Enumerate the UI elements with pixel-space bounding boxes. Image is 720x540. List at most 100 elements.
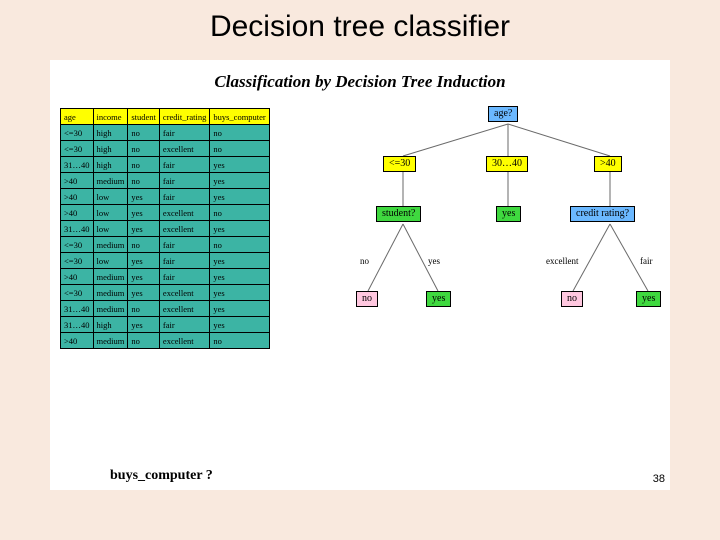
table-cell: 31…40: [61, 301, 94, 317]
table-cell: fair: [159, 189, 209, 205]
leaf-mid-yes: yes: [496, 206, 521, 222]
edge-student-no: no: [360, 256, 369, 266]
table-header: buys_computer: [210, 109, 269, 125]
edge-credit-fair: fair: [640, 256, 653, 266]
table-cell: low: [93, 189, 128, 205]
table-cell: 31…40: [61, 157, 94, 173]
table-cell: excellent: [159, 301, 209, 317]
leaf-credit-yes: yes: [636, 291, 661, 307]
edge-credit-exc: excellent: [546, 256, 578, 266]
table-row: >40mediumyesfairyes: [61, 269, 270, 285]
branch-le30: <=30: [383, 156, 416, 172]
tree-edges: [348, 106, 668, 406]
table-cell: excellent: [159, 221, 209, 237]
table-cell: >40: [61, 333, 94, 349]
table-header: age: [61, 109, 94, 125]
branch-gt40: >40: [594, 156, 622, 172]
table-cell: yes: [128, 221, 160, 237]
table-cell: >40: [61, 173, 94, 189]
node-student: student?: [376, 206, 421, 222]
table-cell: excellent: [159, 141, 209, 157]
table-cell: yes: [128, 285, 160, 301]
table-cell: 31…40: [61, 317, 94, 333]
edge-student-yes: yes: [428, 256, 440, 266]
table-cell: low: [93, 253, 128, 269]
table-row: 31…40lowyesexcellentyes: [61, 221, 270, 237]
table-header: credit_rating: [159, 109, 209, 125]
table-cell: low: [93, 205, 128, 221]
node-credit: credit rating?: [570, 206, 635, 222]
table-cell: yes: [128, 189, 160, 205]
table-cell: <=30: [61, 285, 94, 301]
table-cell: no: [128, 237, 160, 253]
table-cell: yes: [210, 301, 269, 317]
diagram-subtitle: Classification by Decision Tree Inductio…: [50, 60, 670, 98]
table-cell: medium: [93, 301, 128, 317]
table-cell: no: [128, 157, 160, 173]
table-cell: <=30: [61, 141, 94, 157]
table-cell: medium: [93, 237, 128, 253]
table-cell: 31…40: [61, 221, 94, 237]
table-row: 31…40highyesfairyes: [61, 317, 270, 333]
leaf-credit-no: no: [561, 291, 583, 307]
table-cell: fair: [159, 125, 209, 141]
diagram-content: ageincomestudentcredit_ratingbuys_comput…: [50, 98, 670, 458]
table-cell: no: [128, 173, 160, 189]
table-cell: yes: [128, 269, 160, 285]
table-cell: >40: [61, 205, 94, 221]
diagram-canvas: Classification by Decision Tree Inductio…: [50, 60, 670, 490]
table-cell: yes: [210, 269, 269, 285]
table-cell: no: [210, 333, 269, 349]
table-cell: no: [128, 141, 160, 157]
table-cell: yes: [210, 253, 269, 269]
table-cell: medium: [93, 173, 128, 189]
table-cell: <=30: [61, 125, 94, 141]
table-cell: yes: [128, 317, 160, 333]
decision-tree: age? <=30 30…40 >40 student? yes credit …: [348, 106, 668, 406]
table-row: >40lowyesexcellentno: [61, 205, 270, 221]
table-cell: yes: [210, 173, 269, 189]
table-cell: yes: [210, 157, 269, 173]
table-row: >40mediumnoexcellentno: [61, 333, 270, 349]
table-cell: high: [93, 125, 128, 141]
table-cell: high: [93, 317, 128, 333]
question-label: buys_computer ?: [110, 468, 213, 484]
branch-3040: 30…40: [486, 156, 528, 172]
page-number: 38: [653, 473, 665, 485]
table-cell: high: [93, 141, 128, 157]
table-cell: fair: [159, 269, 209, 285]
table-cell: medium: [93, 269, 128, 285]
table-row: <=30mediumyesexcellentyes: [61, 285, 270, 301]
leaf-student-yes: yes: [426, 291, 451, 307]
table-cell: excellent: [159, 333, 209, 349]
table-cell: no: [128, 301, 160, 317]
leaf-student-no: no: [356, 291, 378, 307]
table-row: >40mediumnofairyes: [61, 173, 270, 189]
table-row: <=30highnofairno: [61, 125, 270, 141]
table-row: <=30lowyesfairyes: [61, 253, 270, 269]
table-cell: <=30: [61, 253, 94, 269]
table-cell: no: [128, 125, 160, 141]
table-cell: medium: [93, 285, 128, 301]
table-cell: no: [210, 205, 269, 221]
table-row: 31…40highnofairyes: [61, 157, 270, 173]
table-cell: <=30: [61, 237, 94, 253]
table-cell: yes: [210, 317, 269, 333]
table-cell: yes: [210, 285, 269, 301]
table-cell: fair: [159, 237, 209, 253]
table-cell: yes: [128, 253, 160, 269]
tree-root: age?: [488, 106, 518, 122]
table-cell: fair: [159, 317, 209, 333]
table-cell: no: [210, 125, 269, 141]
table-cell: >40: [61, 189, 94, 205]
training-data-table: ageincomestudentcredit_ratingbuys_comput…: [60, 108, 270, 349]
table-cell: yes: [128, 205, 160, 221]
table-cell: excellent: [159, 285, 209, 301]
table-cell: low: [93, 221, 128, 237]
table-cell: fair: [159, 253, 209, 269]
table-cell: yes: [210, 221, 269, 237]
table-cell: fair: [159, 157, 209, 173]
table-cell: no: [128, 333, 160, 349]
table-row: <=30mediumnofairno: [61, 237, 270, 253]
table-cell: yes: [210, 189, 269, 205]
